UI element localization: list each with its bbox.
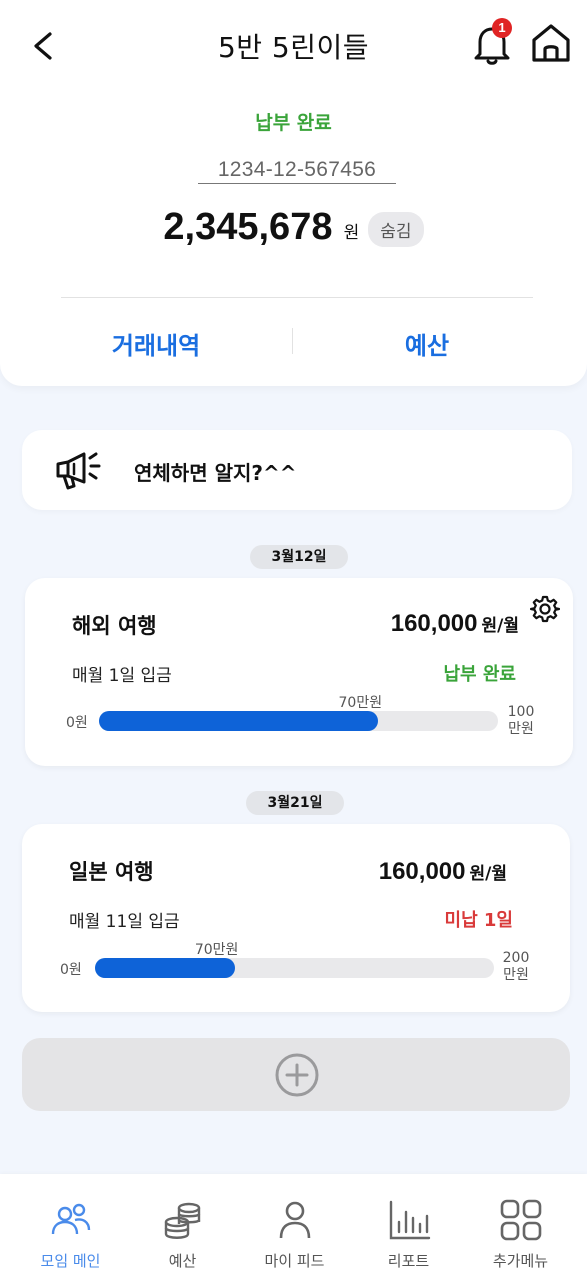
progress-bar-fill (99, 711, 379, 731)
plan-amount-value: 160,000 (378, 858, 466, 885)
plan-name: 일본 여행 (69, 860, 154, 884)
bottom-nav: 모임 메인 예산 마이 피드 리포트 추가메뉴 (0, 1174, 587, 1287)
nav-item-group-main[interactable]: 모임 메인 (12, 1174, 129, 1287)
plan-amount: 160,000 원/월 (379, 858, 507, 886)
bar-max-label: 200 만원 (500, 950, 532, 984)
person-icon (279, 1201, 311, 1239)
progress-bar (95, 958, 494, 978)
home-button[interactable] (528, 20, 574, 66)
hide-balance-button[interactable]: 숨김 (368, 212, 424, 247)
nav-label: 모임 메인 (40, 1252, 101, 1270)
plan-amount-value: 160,000 (390, 610, 478, 637)
coins-icon (164, 1202, 201, 1239)
plan-amount-unit: 원/월 (481, 616, 520, 636)
date-chip: 3월21일 (246, 791, 344, 815)
tab-transactions[interactable]: 거래내역 (56, 326, 256, 361)
bar-current-label: 70만원 (338, 695, 383, 711)
nav-label: 예산 (168, 1252, 197, 1270)
nav-item-budget[interactable]: 예산 (124, 1174, 241, 1287)
pay-status-label: 납부 완료 (255, 112, 332, 134)
divider (61, 297, 533, 298)
balance-row: 2,345,678 원 숨김 (0, 206, 587, 249)
plus-circle-icon (275, 1053, 319, 1097)
notice-banner[interactable]: 연체하면 알지?^^ (22, 430, 572, 510)
bar-max-unit: 만원 (503, 967, 529, 983)
plan-amount: 160,000 원/월 (391, 610, 519, 638)
progress-bar (99, 711, 498, 731)
plan-schedule: 매월 1일 입금 (72, 666, 172, 686)
grid-icon (500, 1199, 542, 1241)
account-number[interactable]: 1234-12-567456 (198, 158, 396, 184)
notice-text: 연체하면 알지?^^ (134, 461, 297, 485)
date-chip: 3월12일 (250, 545, 348, 569)
bar-max-value: 100 (507, 704, 535, 720)
bar-chart-icon (389, 1200, 431, 1240)
tab-divider (292, 328, 293, 354)
nav-label: 추가메뉴 (492, 1252, 549, 1270)
nav-label: 리포트 (387, 1252, 430, 1270)
bar-min-label: 0원 (60, 962, 82, 978)
bar-max-value: 200 (502, 950, 530, 966)
plan-name: 해외 여행 (72, 614, 157, 638)
home-icon (532, 24, 570, 62)
balance-amount: 2,345,678 (163, 206, 333, 248)
nav-item-more-menu[interactable]: 추가메뉴 (462, 1174, 579, 1287)
balance-unit: 원 (343, 223, 360, 243)
bar-max-unit: 만원 (508, 721, 534, 737)
gear-icon (529, 595, 561, 623)
notification-badge: 1 (492, 18, 512, 38)
plan-card[interactable]: 해외 여행 160,000 원/월 매월 1일 입금 납부 완료 0원 70만원 … (25, 578, 573, 766)
nav-item-my-feed[interactable]: 마이 피드 (236, 1174, 353, 1287)
add-plan-button[interactable] (22, 1038, 570, 1111)
tab-budget[interactable]: 예산 (327, 326, 527, 361)
plan-schedule: 매월 11일 입금 (69, 912, 180, 932)
nav-label: 마이 피드 (264, 1252, 325, 1270)
bar-max-label: 100 만원 (505, 704, 537, 738)
plan-status: 납부 완료 (443, 664, 516, 685)
people-icon (51, 1203, 91, 1235)
plan-amount-unit: 원/월 (469, 864, 508, 884)
plan-status: 미납 1일 (444, 910, 513, 931)
bar-min-label: 0원 (66, 715, 88, 731)
plan-card[interactable]: 일본 여행 160,000 원/월 매월 11일 입금 미납 1일 0원 70만원… (22, 824, 570, 1012)
bar-current-label: 70만원 (194, 942, 239, 958)
megaphone-icon (54, 448, 102, 492)
app-header: 5반 5린이들 1 (0, 0, 587, 90)
plan-settings-button[interactable] (529, 594, 561, 624)
progress-bar-fill (95, 958, 235, 978)
nav-item-report[interactable]: 리포트 (350, 1174, 467, 1287)
